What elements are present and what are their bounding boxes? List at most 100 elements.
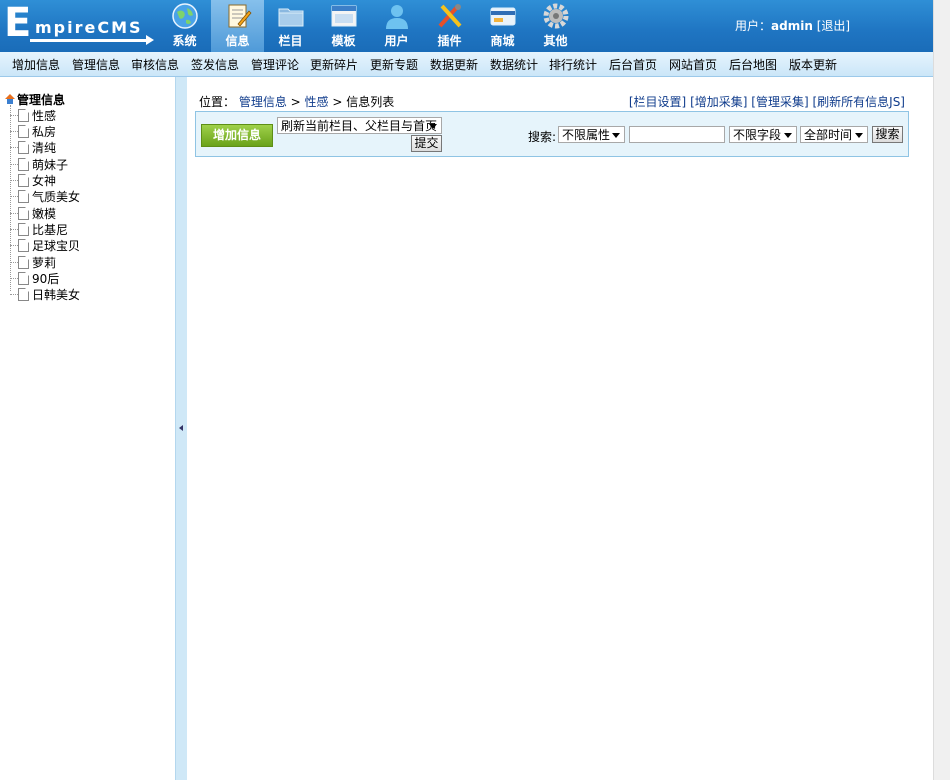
nav-plugin[interactable]: 插件 xyxy=(423,0,476,52)
tools-icon xyxy=(438,4,462,28)
tree-item[interactable]: 日韩美女 xyxy=(10,286,80,302)
submenu-item[interactable]: 审核信息 xyxy=(131,56,179,73)
time-select[interactable]: 全部时间 xyxy=(800,126,868,143)
submenu-item[interactable]: 管理信息 xyxy=(72,56,120,73)
tree-item[interactable]: 萝莉 xyxy=(10,254,56,270)
search-input[interactable] xyxy=(629,126,725,143)
chevron-down-icon xyxy=(855,133,863,138)
nav-label: 其他 xyxy=(543,34,568,48)
tree-item[interactable]: 90后 xyxy=(10,270,59,286)
tree-item[interactable]: 女神 xyxy=(10,172,56,188)
breadcrumb-link-manage[interactable]: 管理信息 xyxy=(239,95,287,109)
document-icon xyxy=(18,288,29,301)
user-icon xyxy=(386,5,408,29)
tree-item[interactable]: 足球宝贝 xyxy=(10,237,80,253)
breadcrumb-prefix: 位置： xyxy=(199,95,236,109)
window-icon xyxy=(331,5,357,27)
attribute-select-value: 不限属性 xyxy=(562,128,611,142)
info-toolbar: 增加信息 刷新当前栏目、父栏目与首页 提交 搜索: 不限属性 不限字段 全部时间… xyxy=(195,111,909,157)
nav-label: 系统 xyxy=(172,34,197,48)
tree-item-label: 气质美女 xyxy=(32,190,81,204)
breadcrumb-current: 信息列表 xyxy=(346,95,395,109)
vertical-scrollbar[interactable] xyxy=(933,0,950,780)
document-icon xyxy=(18,125,29,138)
search-label: 搜索: xyxy=(528,130,557,144)
nav-label: 用户 xyxy=(384,34,409,48)
refresh-select[interactable]: 刷新当前栏目、父栏目与首页 xyxy=(277,117,442,134)
attribute-select[interactable]: 不限属性 xyxy=(558,126,625,143)
refresh-js-link[interactable]: [刷新所有信息JS] xyxy=(812,95,905,109)
user-info: 用户：admin [退出] xyxy=(735,17,850,34)
nav-label: 信息 xyxy=(225,34,250,48)
nav-label: 插件 xyxy=(437,34,462,48)
nav-shop[interactable]: 商城 xyxy=(476,0,529,52)
submenu-item[interactable]: 后台首页 xyxy=(609,56,657,73)
tree-item[interactable]: 私房 xyxy=(10,123,56,139)
document-icon xyxy=(18,190,29,203)
tree-item[interactable]: 气质美女 xyxy=(10,188,80,204)
document-icon xyxy=(18,223,29,236)
nav-user[interactable]: 用户 xyxy=(370,0,423,52)
nav-label: 商城 xyxy=(490,34,515,48)
search-button[interactable]: 搜索 xyxy=(872,126,903,143)
tree-item-label: 私房 xyxy=(32,125,57,139)
action-links: [栏目设置] [增加采集] [管理采集] [刷新所有信息JS] xyxy=(629,93,905,110)
tree-item[interactable]: 性感 xyxy=(10,107,56,123)
submit-button[interactable]: 提交 xyxy=(411,135,442,152)
add-collect-link[interactable]: [增加采集] xyxy=(690,95,747,109)
add-info-button[interactable]: 增加信息 xyxy=(201,124,273,147)
submenu-item[interactable]: 排行统计 xyxy=(549,56,597,73)
document-icon xyxy=(18,109,29,122)
time-select-value: 全部时间 xyxy=(804,128,853,142)
category-tree: 管理信息 性感 私房 清纯 萌妹子 女神 气质美女 嫩模 比基尼 足球宝贝 萝莉… xyxy=(0,77,175,780)
nav-system[interactable]: 系统 xyxy=(158,0,211,52)
tree-item[interactable]: 清纯 xyxy=(10,139,56,155)
document-icon xyxy=(18,207,29,220)
main-content: 位置： 管理信息 > 性感 > 信息列表 [栏目设置] [增加采集] [管理采集… xyxy=(187,77,933,780)
submenu-item[interactable]: 更新专题 xyxy=(370,56,418,73)
breadcrumb-sep: > xyxy=(328,95,347,109)
document-icon xyxy=(18,174,29,187)
gear-icon xyxy=(543,3,569,29)
submenu-item[interactable]: 增加信息 xyxy=(12,56,60,73)
card-icon xyxy=(490,7,516,26)
nav-label: 模板 xyxy=(331,34,356,48)
submenu-item[interactable]: 更新碎片 xyxy=(310,56,358,73)
chevron-down-icon xyxy=(784,133,792,138)
field-select[interactable]: 不限字段 xyxy=(729,126,797,143)
sidebar-toggle[interactable] xyxy=(175,77,187,780)
nav-template[interactable]: 模板 xyxy=(317,0,370,52)
tree-item-label: 性感 xyxy=(32,109,57,123)
tree-root[interactable]: 管理信息 xyxy=(4,91,65,108)
logo-initial: E xyxy=(4,0,32,46)
submenu-item[interactable]: 数据统计 xyxy=(490,56,538,73)
nav-other[interactable]: 其他 xyxy=(529,0,582,52)
field-select-value: 不限字段 xyxy=(733,128,782,142)
tree-item-label: 嫩模 xyxy=(32,207,57,221)
column-settings-link[interactable]: [栏目设置] xyxy=(629,95,686,109)
document-icon xyxy=(18,239,29,252)
submenu-item[interactable]: 后台地图 xyxy=(729,56,777,73)
tree-item[interactable]: 萌妹子 xyxy=(10,156,68,172)
user-prefix: 用户： xyxy=(735,19,772,33)
logout-link[interactable]: [退出] xyxy=(817,19,850,33)
submenu-item[interactable]: 管理评论 xyxy=(251,56,299,73)
tree-item-label: 女神 xyxy=(32,174,57,188)
tree-item-label: 日韩美女 xyxy=(32,288,81,302)
document-icon xyxy=(18,256,29,269)
document-icon xyxy=(18,141,29,154)
logo-arrow-icon xyxy=(30,35,154,45)
manage-collect-link[interactable]: [管理采集] xyxy=(751,95,808,109)
document-icon xyxy=(228,4,252,28)
empirecms-logo: E mpireCMS xyxy=(2,0,154,48)
tree-item[interactable]: 嫩模 xyxy=(10,205,56,221)
submenu-item[interactable]: 签发信息 xyxy=(191,56,239,73)
nav-column[interactable]: 栏目 xyxy=(264,0,317,52)
submenu-item[interactable]: 版本更新 xyxy=(789,56,837,73)
tree-root-label: 管理信息 xyxy=(17,93,66,107)
submenu-item[interactable]: 网站首页 xyxy=(669,56,717,73)
nav-info[interactable]: 信息 xyxy=(211,0,264,52)
tree-item[interactable]: 比基尼 xyxy=(10,221,68,237)
breadcrumb-link-category[interactable]: 性感 xyxy=(305,95,329,109)
submenu-item[interactable]: 数据更新 xyxy=(430,56,478,73)
